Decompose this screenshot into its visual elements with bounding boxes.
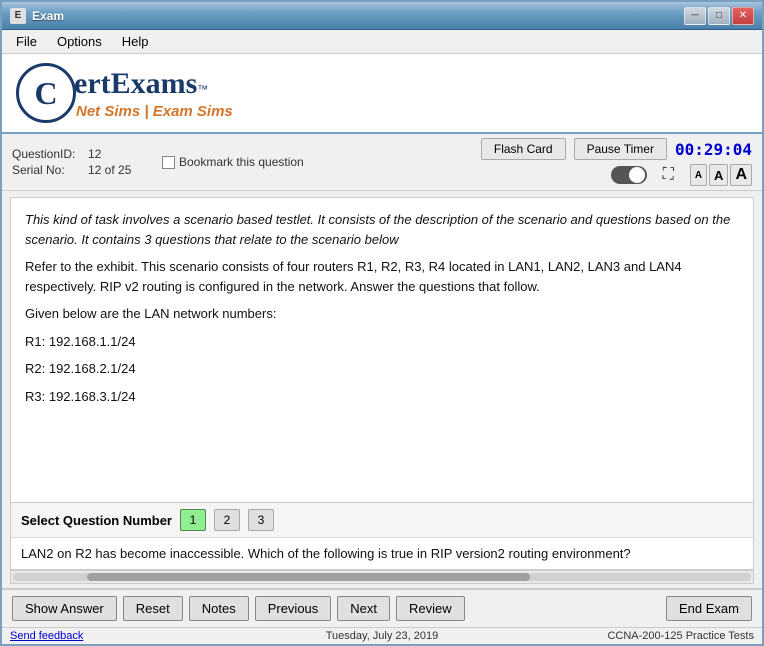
serial-no-label: Serial No: — [12, 163, 82, 177]
logo-tm: ™ — [197, 84, 208, 96]
question-body-4: R3: 192.168.3.1/24 — [25, 387, 739, 407]
controls-top: Flash Card Pause Timer 00:29:04 — [481, 138, 752, 160]
question-intro: This kind of task involves a scenario ba… — [25, 210, 739, 249]
logo-name: ertExams — [74, 67, 197, 101]
menubar: File Options Help — [2, 30, 762, 54]
menu-help[interactable]: Help — [112, 32, 159, 51]
font-large-button[interactable]: A — [730, 164, 752, 186]
toggle-switch[interactable] — [611, 166, 647, 184]
question-header: QuestionID: 12 Serial No: 12 of 25 Bookm… — [2, 134, 762, 191]
question-id-area: QuestionID: 12 Serial No: 12 of 25 — [12, 147, 152, 177]
question-body-3: R2: 192.168.2.1/24 — [25, 359, 739, 379]
question-scroll[interactable]: This kind of task involves a scenario ba… — [11, 198, 753, 502]
review-button[interactable]: Review — [396, 596, 465, 621]
logo-circle: C — [16, 63, 76, 123]
question-body-0: Refer to the exhibit. This scenario cons… — [25, 257, 739, 296]
send-feedback-link[interactable]: Send feedback — [10, 630, 83, 642]
scrollbar-track — [13, 573, 751, 581]
toggle-track[interactable] — [611, 166, 647, 184]
question-area: This kind of task involves a scenario ba… — [10, 197, 754, 570]
window-controls: ─ □ ✕ — [684, 7, 754, 25]
flashcard-button[interactable]: Flash Card — [481, 138, 566, 160]
question-body-1: Given below are the LAN network numbers: — [25, 304, 739, 324]
bookmark-checkbox[interactable] — [162, 156, 175, 169]
show-answer-button[interactable]: Show Answer — [12, 596, 117, 621]
question-body-2: R1: 192.168.1.1/24 — [25, 332, 739, 352]
serial-no-value: 12 of 25 — [88, 163, 131, 177]
pause-timer-button[interactable]: Pause Timer — [574, 138, 667, 160]
question-id-value: 12 — [88, 147, 101, 161]
select-question-label: Select Question Number — [21, 513, 172, 528]
question-num-1[interactable]: 1 — [180, 509, 206, 531]
close-button[interactable]: ✕ — [732, 7, 754, 25]
statusbar: Send feedback Tuesday, July 23, 2019 CCN… — [2, 627, 762, 644]
bookmark-label: Bookmark this question — [179, 155, 304, 169]
font-small-button[interactable]: A — [690, 164, 707, 186]
next-button[interactable]: Next — [337, 596, 390, 621]
minimize-button[interactable]: ─ — [684, 7, 706, 25]
controls-mid: ⛶ A A A — [611, 164, 752, 186]
question-text-area: LAN2 on R2 has become inaccessible. Whic… — [11, 537, 753, 569]
logo-area: C ertExams ™ Net Sims | Exam Sims — [2, 54, 762, 134]
expand-icon[interactable]: ⛶ — [663, 166, 674, 184]
question-text: LAN2 on R2 has become inaccessible. Whic… — [21, 546, 631, 561]
bottom-buttons: Show Answer Reset Notes Previous Next Re… — [2, 588, 762, 627]
previous-button[interactable]: Previous — [255, 596, 332, 621]
titlebar: E Exam ─ □ ✕ — [2, 2, 762, 30]
notes-button[interactable]: Notes — [189, 596, 249, 621]
reset-button[interactable]: Reset — [123, 596, 183, 621]
window-title: Exam — [32, 9, 678, 23]
toggle-thumb — [629, 167, 645, 183]
font-medium-button[interactable]: A — [709, 164, 728, 186]
menu-options[interactable]: Options — [47, 32, 112, 51]
status-product: CCNA-200-125 Practice Tests — [513, 630, 754, 642]
question-num-3[interactable]: 3 — [248, 509, 274, 531]
question-id-label: QuestionID: — [12, 147, 82, 161]
maximize-button[interactable]: □ — [708, 7, 730, 25]
logo-tagline: Net Sims | Exam Sims — [76, 103, 233, 120]
timer-display: 00:29:04 — [675, 140, 752, 159]
question-num-2[interactable]: 2 — [214, 509, 240, 531]
status-date: Tuesday, July 23, 2019 — [261, 630, 502, 642]
scrollbar-thumb[interactable] — [87, 573, 530, 581]
horizontal-scrollbar[interactable] — [10, 570, 754, 584]
font-controls: A A A — [690, 164, 752, 186]
app-icon: E — [10, 8, 26, 24]
end-exam-button[interactable]: End Exam — [666, 596, 752, 621]
bookmark-area: Bookmark this question — [162, 155, 304, 169]
select-question-bar: Select Question Number 1 2 3 — [11, 502, 753, 537]
main-window: E Exam ─ □ ✕ File Options Help C ertExam… — [0, 0, 764, 646]
menu-file[interactable]: File — [6, 32, 47, 51]
